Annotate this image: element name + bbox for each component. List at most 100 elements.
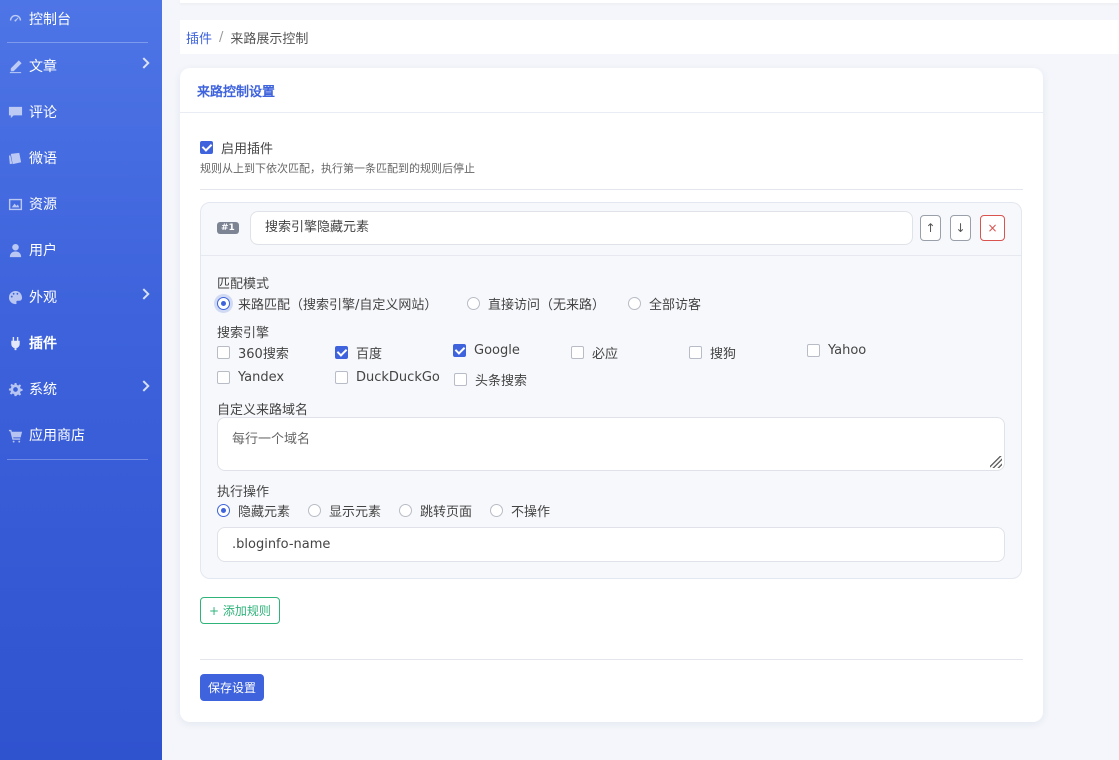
user-icon <box>7 242 23 258</box>
save-settings-button[interactable]: 保存设置 <box>200 674 265 701</box>
sidebar-item-label: 用户 <box>29 243 57 259</box>
action-label: 执行操作 <box>217 485 270 500</box>
match-mode-direct-radio[interactable]: 直接访问（无来路） <box>467 294 605 313</box>
breadcrumb: 插件 / 来路展示控制 <box>180 20 1119 54</box>
checkbox[interactable] <box>807 344 820 357</box>
sidebar-item-app-store[interactable]: 应用商店 <box>0 418 162 452</box>
engine-checkbox-duckduckgo[interactable]: DuckDuckGo <box>335 370 440 385</box>
option-label: 360搜索 <box>238 347 289 362</box>
checkbox[interactable] <box>217 371 230 384</box>
option-label: Google <box>474 343 520 358</box>
option-label: 百度 <box>356 347 383 362</box>
sidebar-item-users[interactable]: 用户 <box>0 233 162 267</box>
sidebar-item-comments[interactable]: 评论 <box>0 95 162 129</box>
dashboard-icon <box>7 11 23 27</box>
engine-checkbox-bing[interactable]: 必应 <box>571 343 618 362</box>
engine-checkbox-sogou[interactable]: 搜狗 <box>689 343 736 362</box>
rule-name-input[interactable]: 搜索引擎隐藏元素 <box>250 211 913 245</box>
breadcrumb-link-plugins[interactable]: 插件 <box>186 28 212 47</box>
checkbox[interactable] <box>454 373 467 386</box>
sidebar-item-moments[interactable]: 微语 <box>0 141 162 175</box>
sidebar: 控制台 文章 评论 微语 资源 用户 外观 插件 系统 应用商店 <box>0 0 162 760</box>
sidebar-item-resources[interactable]: 资源 <box>0 187 162 221</box>
top-bar <box>180 0 1119 3</box>
settings-card: 来路控制设置 启用插件 规则从上到下依次匹配，执行第一条匹配到的规则后停止 #1… <box>180 68 1043 722</box>
engine-checkbox-yahoo[interactable]: Yahoo <box>807 343 866 358</box>
sidebar-item-system[interactable]: 系统 <box>0 372 162 406</box>
checkbox[interactable] <box>571 346 584 359</box>
option-label: 全部访客 <box>649 298 702 313</box>
checkbox-checked[interactable] <box>335 346 348 359</box>
sidebar-item-label: 评论 <box>29 105 57 121</box>
action-show-radio[interactable]: 显示元素 <box>308 501 381 520</box>
option-label: 必应 <box>592 347 619 362</box>
option-label: 显示元素 <box>329 505 382 520</box>
custom-domain-textarea[interactable]: 每行一个域名 <box>217 417 1005 471</box>
chevron-right-icon <box>138 57 150 69</box>
option-label: DuckDuckGo <box>356 370 440 385</box>
checkbox[interactable] <box>335 371 348 384</box>
checkbox[interactable] <box>689 346 702 359</box>
match-mode-label: 匹配模式 <box>217 277 270 292</box>
sidebar-item-posts[interactable]: 文章 <box>0 49 162 83</box>
option-label: 跳转页面 <box>420 505 473 520</box>
option-label: 头条搜索 <box>475 374 528 389</box>
search-engines-label: 搜索引擎 <box>217 326 270 341</box>
option-label: 不操作 <box>511 505 551 520</box>
cards-icon <box>7 150 23 166</box>
sidebar-item-plugins[interactable]: 插件 <box>0 326 162 360</box>
radio[interactable] <box>628 297 641 310</box>
option-label: Yandex <box>238 370 285 385</box>
radio[interactable] <box>467 297 480 310</box>
checkbox-checked[interactable] <box>453 344 466 357</box>
breadcrumb-current: 来路展示控制 <box>230 31 309 47</box>
sidebar-item-label: 系统 <box>29 382 57 398</box>
sidebar-item-appearance[interactable]: 外观 <box>0 280 162 314</box>
sidebar-divider <box>7 459 148 460</box>
cart-icon <box>7 427 23 443</box>
divider <box>200 659 1023 660</box>
resize-grip-icon[interactable] <box>990 456 1002 468</box>
card-title: 来路控制设置 <box>180 68 1043 113</box>
sidebar-item-label: 插件 <box>29 336 57 352</box>
checkbox-checked[interactable] <box>200 141 213 154</box>
sidebar-item-label: 文章 <box>29 59 57 75</box>
engine-checkbox-yandex[interactable]: Yandex <box>217 370 284 385</box>
action-redirect-radio[interactable]: 跳转页面 <box>399 501 472 520</box>
action-hide-radio[interactable]: 隐藏元素 <box>217 501 290 520</box>
textarea-placeholder: 每行一个域名 <box>232 432 311 447</box>
rule-hint: 规则从上到下依次匹配，执行第一条匹配到的规则后停止 <box>200 162 475 175</box>
engine-checkbox-baidu[interactable]: 百度 <box>335 343 382 362</box>
sidebar-item-dashboard[interactable]: 控制台 <box>0 2 162 36</box>
sidebar-divider <box>7 42 148 43</box>
radio[interactable] <box>308 504 321 517</box>
engine-checkbox-360[interactable]: 360搜索 <box>217 343 289 362</box>
engine-checkbox-toutiao[interactable]: 头条搜索 <box>454 370 527 389</box>
add-rule-button[interactable]: + 添加规则 <box>200 597 280 624</box>
option-label: 直接访问（无来路） <box>488 298 606 313</box>
match-mode-referer-radio[interactable]: 来路匹配（搜索引擎/自定义网站） <box>217 294 437 313</box>
radio[interactable] <box>490 504 503 517</box>
move-down-button[interactable]: ↓ <box>950 215 971 241</box>
chevron-right-icon <box>138 288 150 300</box>
radio-selected[interactable] <box>217 297 230 310</box>
move-up-button[interactable]: ↑ <box>920 215 941 241</box>
action-none-radio[interactable]: 不操作 <box>490 501 550 520</box>
radio-selected[interactable] <box>217 504 230 517</box>
enable-plugin-checkbox[interactable]: 启用插件 <box>200 138 273 157</box>
rule-number-badge: #1 <box>217 222 239 234</box>
breadcrumb-separator: / <box>219 29 224 45</box>
sidebar-item-label: 微语 <box>29 151 57 167</box>
delete-rule-button[interactable]: × <box>980 215 1005 241</box>
image-icon <box>7 196 23 212</box>
pencil-icon <box>7 58 23 74</box>
radio[interactable] <box>399 504 412 517</box>
engine-checkbox-google[interactable]: Google <box>453 343 520 358</box>
match-mode-all-radio[interactable]: 全部访客 <box>628 294 701 313</box>
rule-panel: #1 搜索引擎隐藏元素 ↑ ↓ × 匹配模式 来路匹配（搜索引擎/自定义网站） … <box>200 202 1022 579</box>
option-label: 隐藏元素 <box>238 505 291 520</box>
chevron-right-icon <box>138 380 150 392</box>
checkbox[interactable] <box>217 346 230 359</box>
selector-input[interactable]: .bloginfo-name <box>217 527 1005 562</box>
option-label: 搜狗 <box>710 347 737 362</box>
